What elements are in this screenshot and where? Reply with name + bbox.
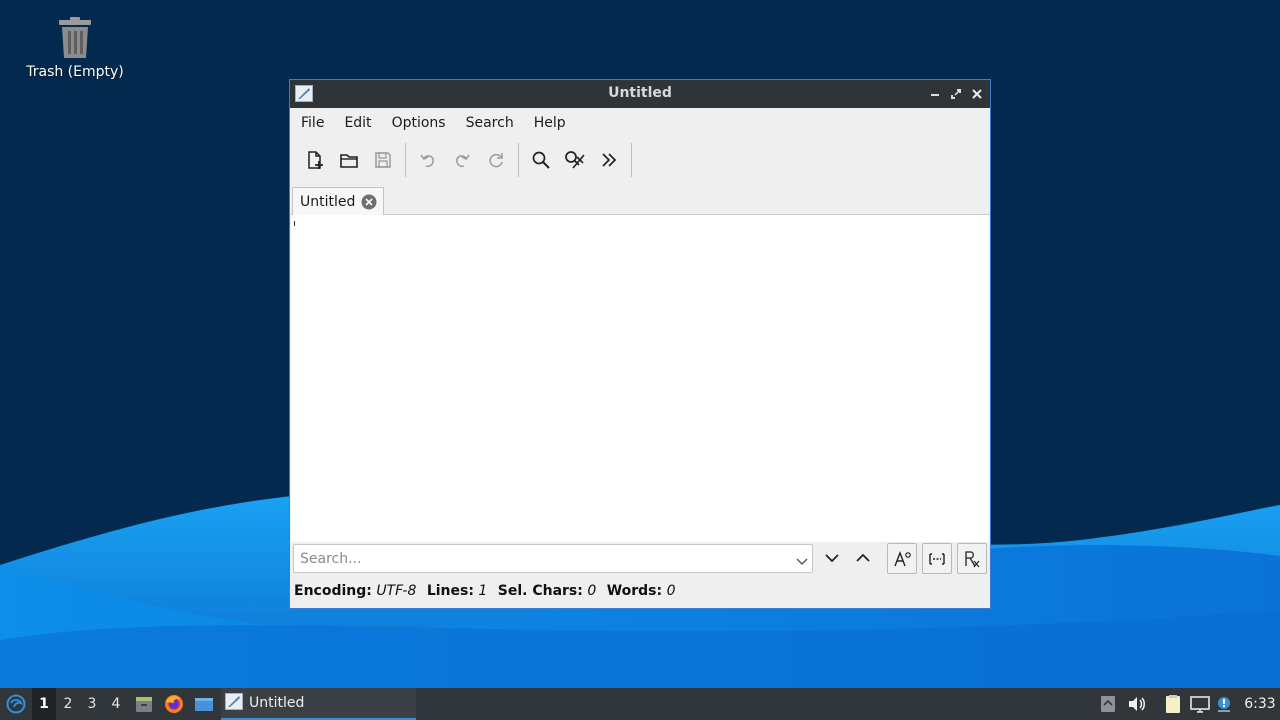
featherpad-window: Untitled File Edit Options Search Help U… (289, 79, 991, 609)
status-bar: Encoding: UTF-8 Lines: 1 Sel. Chars: 0 W… (294, 583, 681, 599)
workspace-4[interactable]: 4 (104, 688, 128, 720)
start-menu-icon[interactable] (4, 688, 28, 720)
updates-icon[interactable] (1214, 688, 1234, 720)
menu-search[interactable]: Search (456, 108, 524, 138)
toolbar-separator (405, 143, 406, 177)
save-icon[interactable] (366, 144, 400, 176)
search-combobox[interactable] (293, 544, 813, 573)
menu-bar: File Edit Options Search Help (290, 108, 990, 138)
maximize-icon[interactable] (948, 86, 964, 102)
match-case-button[interactable] (887, 543, 917, 574)
tab-bar: Untitled (290, 182, 990, 216)
menu-help[interactable]: Help (524, 108, 576, 138)
open-folder-icon[interactable] (332, 144, 366, 176)
find-next-icon[interactable] (823, 549, 841, 567)
clipboard-icon[interactable] (1162, 688, 1184, 720)
whole-word-button[interactable] (922, 543, 952, 574)
find-previous-icon[interactable] (854, 549, 872, 567)
app-icon (225, 692, 243, 714)
menu-file[interactable]: File (291, 108, 334, 138)
tab-close-icon[interactable] (361, 194, 377, 210)
trash-label: Trash (Empty) (26, 64, 124, 80)
regex-icon (965, 550, 980, 567)
menu-edit[interactable]: Edit (334, 108, 381, 138)
tab-untitled[interactable]: Untitled (292, 187, 384, 216)
lines-value: 1 (478, 583, 488, 599)
encoding-value: UTF-8 (376, 583, 417, 599)
trash-desktop-icon[interactable]: Trash (Empty) (20, 16, 130, 80)
close-icon[interactable] (969, 86, 985, 102)
file-manager-icon[interactable] (132, 688, 156, 720)
toolbar-separator (518, 143, 519, 177)
tab-label: Untitled (300, 194, 356, 210)
trash-icon (55, 16, 95, 60)
minimize-icon[interactable] (927, 86, 943, 102)
find-replace-icon[interactable] (558, 144, 592, 176)
encoding-label: Encoding: (294, 583, 372, 599)
match-case-icon (894, 550, 911, 566)
text-editor[interactable] (291, 215, 989, 542)
taskbar: 1 2 3 4 Untitled 6:33 (0, 688, 1280, 720)
workspace-3[interactable]: 3 (80, 688, 104, 720)
show-desktop-icon[interactable] (192, 688, 216, 720)
workspace-1[interactable]: 1 (32, 688, 56, 720)
search-bar (290, 542, 990, 580)
search-input[interactable] (294, 545, 784, 572)
chevron-down-icon[interactable] (796, 552, 808, 565)
workspace-2[interactable]: 2 (56, 688, 80, 720)
toolbar-separator (631, 143, 632, 177)
lines-label: Lines: (426, 583, 474, 599)
more-icon[interactable] (592, 144, 626, 176)
undo-icon[interactable] (411, 144, 445, 176)
title-bar[interactable]: Untitled (290, 80, 990, 108)
words-label: Words: (606, 583, 663, 599)
words-value: 0 (666, 583, 676, 599)
firefox-icon[interactable] (162, 688, 186, 720)
taskbar-task-untitled[interactable]: Untitled (221, 688, 416, 720)
whole-word-icon (929, 552, 945, 565)
reload-icon[interactable] (479, 144, 513, 176)
clock[interactable]: 6:33 (1240, 688, 1280, 720)
find-icon[interactable] (524, 144, 558, 176)
task-label: Untitled (249, 695, 305, 711)
sel-chars-label: Sel. Chars: (497, 583, 583, 599)
desktop: Trash (Empty) Untitled File Edit Options… (0, 0, 1280, 688)
regex-button[interactable] (957, 543, 987, 574)
window-title: Untitled (608, 85, 672, 101)
menu-options[interactable]: Options (382, 108, 456, 138)
text-caret (294, 221, 295, 226)
tray-arrow-icon[interactable] (1098, 688, 1118, 720)
new-document-icon[interactable] (298, 144, 332, 176)
network-icon[interactable] (1189, 688, 1211, 720)
toolbar (290, 138, 990, 182)
volume-icon[interactable] (1126, 688, 1148, 720)
redo-icon[interactable] (445, 144, 479, 176)
sel-chars-value: 0 (587, 583, 597, 599)
